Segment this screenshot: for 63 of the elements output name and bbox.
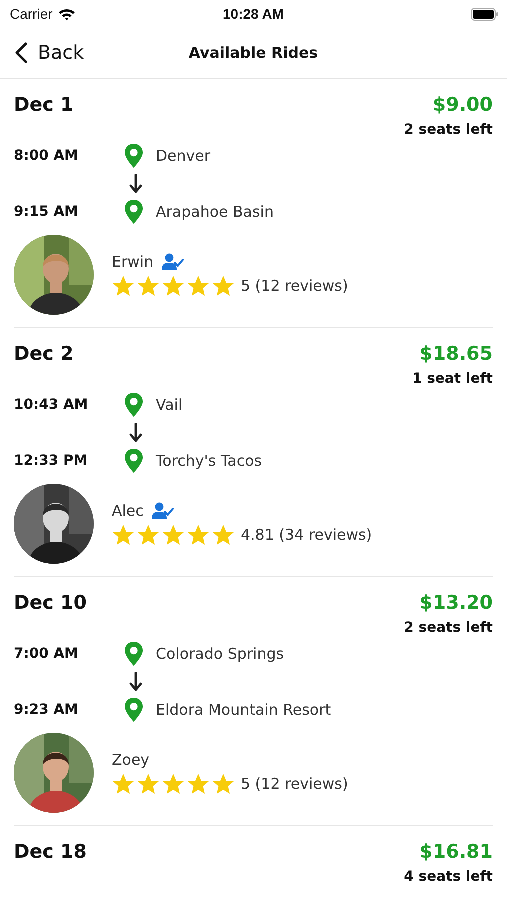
star-icon [187, 773, 210, 795]
driver-name: Alec [112, 502, 144, 520]
down-arrow-icon [129, 423, 143, 443]
star-icon [137, 524, 160, 546]
star-icon [162, 773, 185, 795]
ride-date: Dec 10 [14, 592, 87, 614]
departure-time: 8:00 AM [14, 148, 80, 164]
star-icon [112, 275, 135, 297]
location-pin-icon [124, 697, 144, 723]
destination-location: Arapahoe Basin [156, 203, 274, 221]
seats-left: 2 seats left [404, 122, 493, 138]
location-pin-icon [124, 143, 144, 169]
screen-title: Available Rides [188, 44, 318, 62]
driver-name: Erwin [112, 253, 154, 271]
seats-left: 2 seats left [404, 620, 493, 636]
location-pin-icon [124, 448, 144, 474]
verified-user-icon [162, 253, 184, 271]
ride-date: Dec 2 [14, 343, 74, 365]
battery-icon [471, 8, 499, 20]
origin-location: Vail [156, 396, 183, 414]
star-icon [112, 773, 135, 795]
departure-time: 7:00 AM [14, 646, 80, 662]
seats-left: 4 seats left [404, 869, 493, 885]
ride-price: $13.20 [420, 592, 493, 614]
seats-left: 1 seat left [412, 371, 493, 387]
rating-text: 5 (12 reviews) [241, 277, 348, 295]
location-pin-icon [124, 392, 144, 418]
driver-name: Zoey [112, 751, 150, 769]
ride-date: Dec 1 [14, 94, 74, 116]
star-icon [212, 275, 235, 297]
back-button[interactable]: Back [0, 42, 84, 64]
star-icon [112, 524, 135, 546]
chevron-left-icon [14, 42, 28, 64]
star-icon [212, 524, 235, 546]
destination-location: Torchy's Tacos [156, 452, 262, 470]
down-arrow-icon [129, 174, 143, 194]
star-icon [187, 524, 210, 546]
rating-text: 4.81 (34 reviews) [241, 526, 372, 544]
ride-price: $16.81 [420, 841, 493, 863]
origin-location: Denver [156, 147, 211, 165]
wifi-icon [58, 8, 76, 20]
origin-location: Colorado Springs [156, 645, 284, 663]
location-pin-icon [124, 199, 144, 225]
location-pin-icon [124, 641, 144, 667]
ride-price: $18.65 [420, 343, 493, 365]
destination-location: Eldora Mountain Resort [156, 701, 332, 719]
star-icon [162, 275, 185, 297]
star-icon [162, 524, 185, 546]
arrival-time: 12:33 PM [14, 453, 89, 469]
status-time: 10:28 AM [223, 6, 284, 22]
arrival-time: 9:15 AM [14, 204, 80, 220]
rating-text: 5 (12 reviews) [241, 775, 348, 793]
ride-date: Dec 18 [14, 841, 87, 863]
departure-time: 10:43 AM [14, 397, 90, 413]
down-arrow-icon [129, 672, 143, 692]
star-icon [137, 773, 160, 795]
carrier-label: Carrier [10, 6, 53, 22]
star-icon [212, 773, 235, 795]
star-icon [137, 275, 160, 297]
arrival-time: 9:23 AM [14, 702, 80, 718]
ride-price: $9.00 [432, 94, 493, 116]
star-icon [187, 275, 210, 297]
verified-user-icon [152, 502, 174, 520]
